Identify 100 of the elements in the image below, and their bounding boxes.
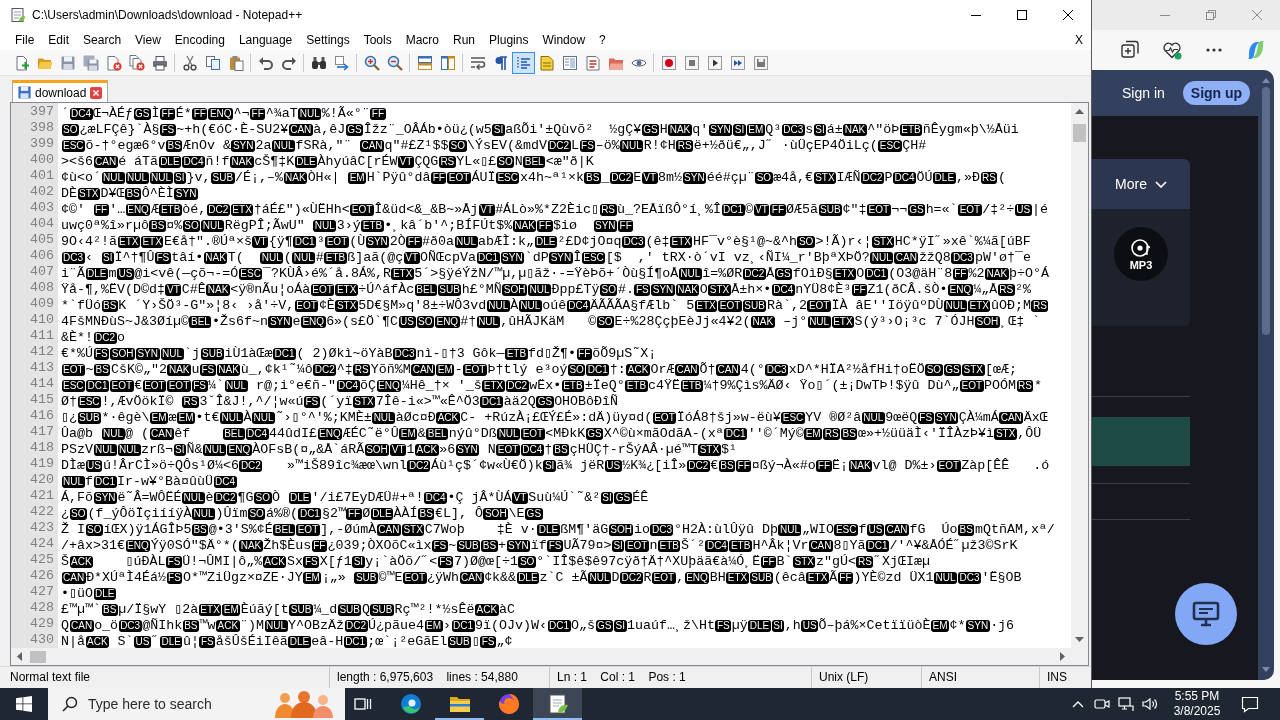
code-text: '… [109,202,126,217]
control-code: DC2 [686,460,710,472]
menu-item[interactable]: Macro [398,31,446,49]
control-code: VT [398,156,414,168]
code-text: ã¾ jëR [556,458,605,473]
search-bar[interactable]: Type here to search [48,688,345,720]
clock-date[interactable]: 3/8/2025 [1173,704,1221,719]
code-text: é áTã [118,154,159,169]
chevron-up-icon[interactable] [1072,700,1084,708]
code-text: OrÆ [650,362,675,377]
menu-item[interactable]: Search [76,31,129,49]
code-text: µ/Ï§wY ▯2à [118,602,199,617]
square-plus-icon[interactable] [1120,40,1140,60]
sign-in-link[interactable]: Sign in [1122,85,1165,101]
more-dropdown[interactable]: More [1115,176,1167,192]
printer-icon [151,54,168,71]
menu-item[interactable]: Language [231,31,300,49]
menu-item[interactable]: Edit [41,31,77,49]
code-text: + [498,538,507,553]
code-text: c4ŸË [648,378,681,393]
control-code: EOT [294,300,319,312]
control-code: FS [159,124,176,136]
ellipsis-icon[interactable] [1206,48,1222,52]
code-text: !,ÆvÖökÏ© [101,394,175,409]
close-icon[interactable] [90,86,103,99]
control-code: NAK [206,284,230,296]
control-code: CAN [149,428,174,440]
menu-item[interactable]: ? [592,31,613,49]
code-text: ÆÉC˜ë°Û [342,426,399,441]
control-code: ETB [729,540,752,552]
code-text: <ÿ®nÃu¦oÁà [230,282,311,297]
stop-icon [683,54,700,71]
sign-up-button[interactable]: Sign up [1182,81,1251,105]
code-text: ÖÚ [916,170,933,185]
control-code: BS [958,524,975,536]
indent-guide-button[interactable] [512,51,535,74]
control-code: FS [199,636,216,648]
control-code: SOH [502,284,527,296]
control-code: FF [192,108,208,120]
scrollbar-thumb[interactable] [1262,87,1270,335]
video-camera-icon[interactable] [1094,696,1110,712]
code-text: ~ [85,362,94,377]
menu-item[interactable]: Encoding [167,31,232,49]
speaker-icon[interactable] [1142,696,1158,712]
control-code: NAK [239,540,263,552]
control-code: FS [579,140,596,152]
code-text: C#Ê [181,282,206,297]
control-code: DC4 [213,476,237,488]
code-text: r@;i°e€ñ-" [255,378,337,393]
code-text: x4h~ª¹×k [519,170,584,185]
code-text: [$ ,' tRX·ò´vI vz¸‹ÑI¼_r'BþªXÞÖ? [605,250,870,265]
control-code: SYN [708,124,733,136]
menu-item[interactable]: File [8,31,42,49]
notification-icon[interactable] [1241,695,1259,713]
menu-item[interactable]: Window [535,31,593,49]
code-text: Ir-w¥°Bà¤ûùÜ [117,474,213,489]
control-code: US [116,268,134,280]
line-number: 401 [29,168,55,184]
control-code: BS [149,220,166,232]
code-text: éé#çµ¨ [706,170,755,185]
close-icon[interactable] [1252,10,1262,20]
control-code: ACK [626,364,650,376]
control-code: DLE [288,492,311,504]
menu-item[interactable]: Run [446,31,483,49]
menu-item[interactable]: View [128,31,168,49]
code-text: (O3@äH¨8 [888,266,953,281]
code-text: O [856,266,865,281]
control-code: NUL [160,348,184,360]
menu-item[interactable]: Settings [299,31,357,49]
control-code: ENQ [208,108,234,120]
code-text: Ú¿pãue4 [368,618,425,633]
clock-time[interactable]: 5:55 PM [1174,689,1220,704]
scrollbar-thumb[interactable] [30,650,46,663]
code-text: ¬¬ [891,202,908,217]
search-field[interactable]: Type here to search [88,696,238,712]
restore-icon[interactable] [1206,10,1216,20]
control-code: SO [518,556,536,568]
code-text: © [745,202,754,217]
heart-pulse-icon[interactable] [1162,40,1182,60]
control-code: GS [907,204,926,216]
code-text: N [486,442,496,457]
control-code: NUL [292,252,316,264]
code-text: /+âx>31€ [61,538,125,553]
menu-item[interactable]: Plugins [482,31,536,49]
taskbar-button[interactable] [533,688,582,720]
scrollbar-thumb[interactable] [1073,124,1086,142]
close-document-button[interactable]: X [1071,31,1087,49]
control-code: SI [614,620,627,632]
code-text: ],-ØúmÀ [320,522,377,537]
control-code: NUL [149,172,173,184]
control-code: NUL [620,140,644,152]
code-text: @•3'S%¢É [208,522,273,537]
code-text: ¼„Å [973,282,998,297]
file-tab[interactable]: download [12,80,109,102]
menu-item[interactable]: Tools [356,31,399,49]
control-code: CAN [359,140,385,152]
control-code: SI [600,492,614,504]
control-code: ENQ [684,572,710,584]
control-code: SYN [934,412,959,424]
network-icon[interactable] [1118,696,1134,712]
